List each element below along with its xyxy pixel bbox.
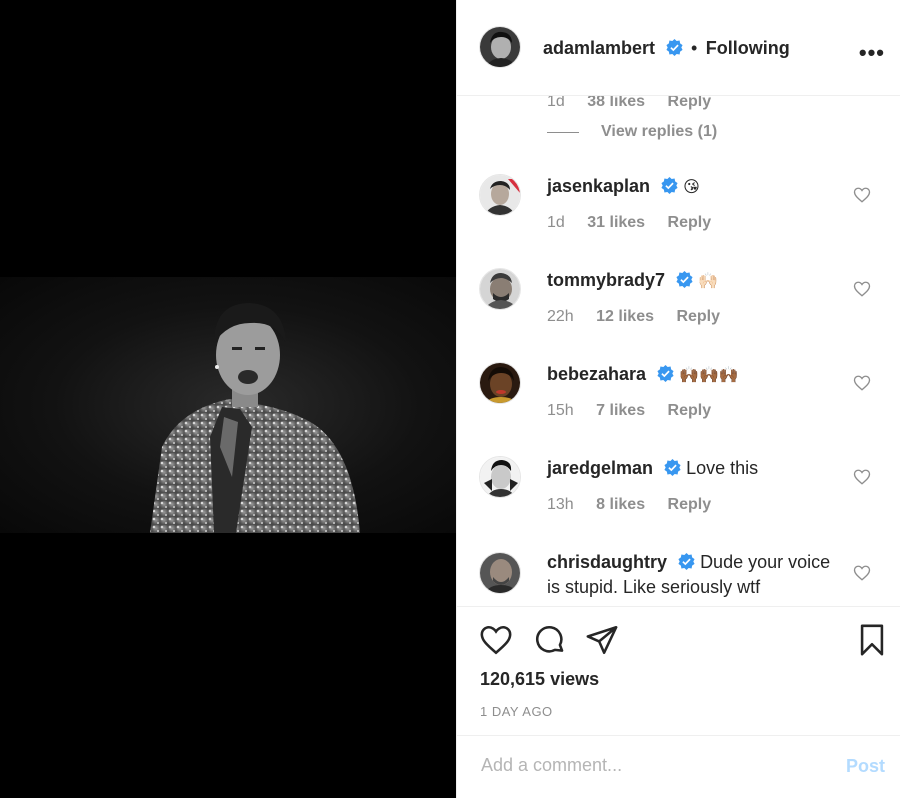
video-frame[interactable]	[0, 277, 456, 533]
comment-likes[interactable]: 8 likes	[596, 496, 645, 513]
view-replies-button[interactable]: View replies (1)	[601, 123, 717, 141]
comment-input[interactable]	[479, 754, 813, 777]
comment-text: 🙌🏻	[698, 271, 718, 290]
comment-meta: 1d 31 likes Reply	[547, 214, 729, 232]
post-panel: adamlambert • Following ••• 1d 38 likes …	[456, 0, 900, 798]
avatar[interactable]	[479, 362, 521, 404]
add-comment-bar: Post	[457, 735, 900, 799]
share-icon[interactable]	[585, 623, 619, 657]
reply-button[interactable]: Reply	[668, 402, 712, 419]
reply-button[interactable]: Reply	[668, 496, 712, 513]
comment-icon[interactable]	[533, 623, 567, 657]
verified-badge-icon	[657, 365, 674, 382]
avatar[interactable]	[479, 552, 521, 594]
verified-badge-icon	[665, 39, 683, 56]
author-username[interactable]: adamlambert	[543, 38, 655, 58]
comment-time: 1d	[547, 96, 565, 110]
avatar[interactable]	[479, 26, 521, 68]
comment-likes[interactable]: 31 likes	[587, 214, 645, 231]
replies-divider	[547, 132, 579, 133]
like-comment-heart-icon[interactable]	[853, 280, 871, 298]
comment-likes[interactable]: 7 likes	[596, 402, 645, 419]
reply-button[interactable]: Reply	[668, 214, 712, 231]
avatar[interactable]	[479, 268, 521, 310]
comment-username[interactable]: jasenkaplan	[547, 176, 650, 196]
comment-time: 1d	[547, 214, 565, 231]
follow-status-button[interactable]: Following	[706, 38, 790, 58]
comment-text: 😘	[683, 177, 700, 196]
like-comment-heart-icon[interactable]	[853, 186, 871, 204]
comment-time: 22h	[547, 308, 574, 325]
comment-text: Love this	[686, 458, 759, 478]
comment-text: 🙌🏾🙌🏾🙌🏾	[679, 365, 739, 384]
comment-likes[interactable]: 38 likes	[587, 96, 645, 110]
view-count[interactable]: 120,615 views	[480, 669, 599, 690]
reply-button[interactable]: Reply	[676, 308, 720, 325]
comment-meta: 13h 8 likes Reply	[547, 496, 729, 514]
like-comment-heart-icon[interactable]	[853, 564, 871, 582]
comment-meta: 22h 12 likes Reply	[547, 308, 738, 326]
bookmark-icon[interactable]	[857, 623, 887, 657]
comment-time: 15h	[547, 402, 574, 419]
comment-username[interactable]: bebezahara	[547, 364, 646, 384]
comment-meta: 15h 7 likes Reply	[547, 402, 729, 420]
verified-badge-icon	[676, 271, 693, 288]
comment-username[interactable]: jaredgelman	[547, 458, 653, 478]
comment-username[interactable]: tommybrady7	[547, 270, 665, 290]
comment-likes[interactable]: 12 likes	[596, 308, 654, 325]
performer-image	[150, 303, 360, 533]
avatar[interactable]	[479, 456, 521, 498]
comment-time: 13h	[547, 496, 574, 513]
post-comment-button[interactable]: Post	[846, 756, 885, 777]
reply-button[interactable]: Reply	[668, 96, 712, 110]
comment-meta: 1d 38 likes Reply	[547, 96, 729, 111]
post-actions: 120,615 views 1 DAY AGO Post	[457, 606, 900, 798]
post-timestamp[interactable]: 1 DAY AGO	[480, 704, 553, 719]
avatar[interactable]	[479, 174, 521, 216]
comments-list[interactable]: 1d 38 likes Reply View replies (1) jasen…	[457, 96, 900, 606]
heart-icon[interactable]	[479, 623, 513, 657]
verified-badge-icon	[678, 553, 695, 570]
verified-badge-icon	[661, 177, 678, 194]
like-comment-heart-icon[interactable]	[853, 468, 871, 486]
like-comment-heart-icon[interactable]	[853, 374, 871, 392]
separator-dot: •	[690, 38, 698, 58]
verified-badge-icon	[664, 459, 681, 476]
more-options-icon[interactable]: •••	[859, 40, 885, 66]
post-media[interactable]	[0, 0, 456, 798]
post-header: adamlambert • Following •••	[457, 0, 900, 96]
comment-username[interactable]: chrisdaughtry	[547, 552, 667, 572]
